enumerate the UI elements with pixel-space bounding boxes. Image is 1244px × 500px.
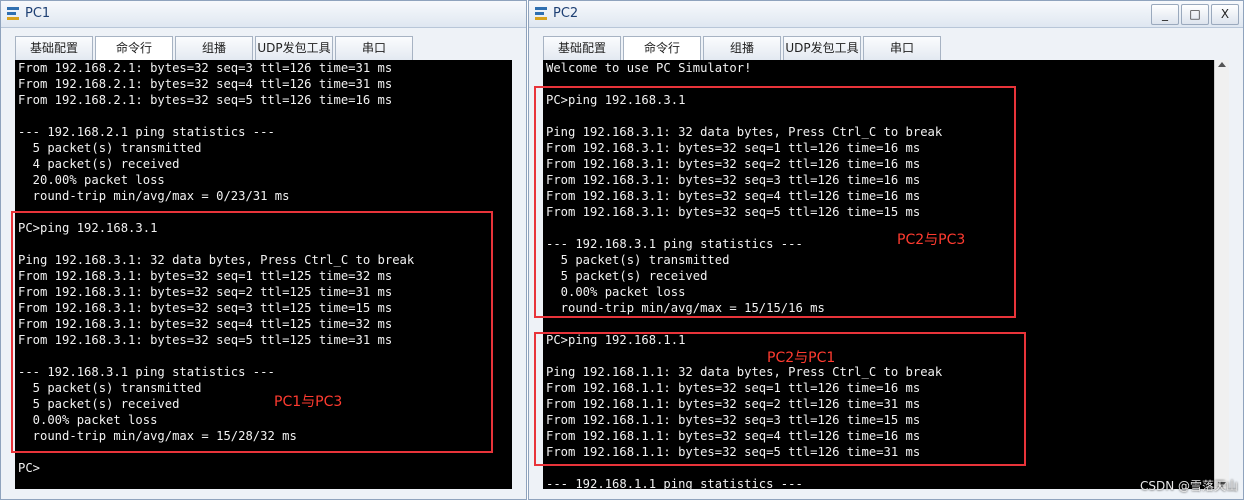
pc-app-icon — [7, 6, 21, 22]
pc2-annotation-top: PC2与PC3 — [897, 232, 966, 248]
console-line: From 192.168.2.1: bytes=32 seq=3 ttl=126… — [18, 61, 393, 75]
pc1-tab-command-line[interactable]: 命令行 — [95, 36, 173, 61]
console-line: --- 192.168.2.1 ping statistics --- — [18, 125, 275, 139]
pc2-tab-multicast[interactable]: 组播 — [703, 36, 781, 60]
pc2-scrollbar[interactable] — [1214, 60, 1229, 489]
pc2-window: PC2 _ □ X 基础配置 命令行 组播 UDP发包工具 串口 Welcome… — [528, 0, 1244, 500]
pc1-window: PC1 基础配置 命令行 组播 UDP发包工具 串口 From 192.168.… — [0, 0, 527, 500]
pc1-titlebar[interactable]: PC1 — [1, 1, 526, 28]
pc1-highlight-box — [11, 211, 493, 453]
pc1-tab-udp-tool[interactable]: UDP发包工具 — [255, 36, 333, 60]
scroll-up-icon[interactable] — [1218, 62, 1226, 67]
console-line: --- 192.168.1.1 ping statistics --- — [546, 477, 803, 489]
pc2-tab-bar: 基础配置 命令行 组播 UDP发包工具 串口 — [543, 36, 943, 61]
console-line: From 192.168.2.1: bytes=32 seq=5 ttl=126… — [18, 93, 393, 107]
pc2-window-title: PC2 — [553, 6, 579, 21]
minimize-button[interactable]: _ — [1151, 4, 1179, 25]
console-line: 5 packet(s) transmitted — [18, 141, 202, 155]
console-line: round-trip min/avg/max = 0/23/31 ms — [18, 189, 290, 203]
pc2-window-controls: _ □ X — [1149, 4, 1239, 25]
console-line: 20.00% packet loss — [18, 173, 165, 187]
pc1-tab-serial[interactable]: 串口 — [335, 36, 413, 60]
pc1-tab-basic-config[interactable]: 基础配置 — [15, 36, 93, 60]
close-button[interactable]: X — [1211, 4, 1239, 25]
pc2-tab-command-line[interactable]: 命令行 — [623, 36, 701, 61]
console-line: From 192.168.2.1: bytes=32 seq=4 ttl=126… — [18, 77, 393, 91]
maximize-button[interactable]: □ — [1181, 4, 1209, 25]
pc1-window-title: PC1 — [25, 6, 51, 21]
pc2-annotation-bottom: PC2与PC1 — [767, 350, 836, 366]
console-line: 4 packet(s) received — [18, 157, 180, 171]
console-line: PC> — [18, 461, 41, 475]
pc1-tab-multicast[interactable]: 组播 — [175, 36, 253, 60]
pc1-tab-bar: 基础配置 命令行 组播 UDP发包工具 串口 — [15, 36, 415, 61]
pc2-highlight-box-top — [534, 86, 1016, 318]
pc1-annotation: PC1与PC3 — [274, 394, 343, 410]
console-line: Welcome to use PC Simulator! — [546, 61, 752, 75]
pc2-titlebar[interactable]: PC2 _ □ X — [529, 1, 1243, 28]
pc2-tab-udp-tool[interactable]: UDP发包工具 — [783, 36, 861, 60]
pc2-tab-basic-config[interactable]: 基础配置 — [543, 36, 621, 60]
pc2-tab-serial[interactable]: 串口 — [863, 36, 941, 60]
pc-app-icon — [535, 6, 549, 22]
watermark: CSDN @雪落天山 — [1139, 479, 1238, 493]
